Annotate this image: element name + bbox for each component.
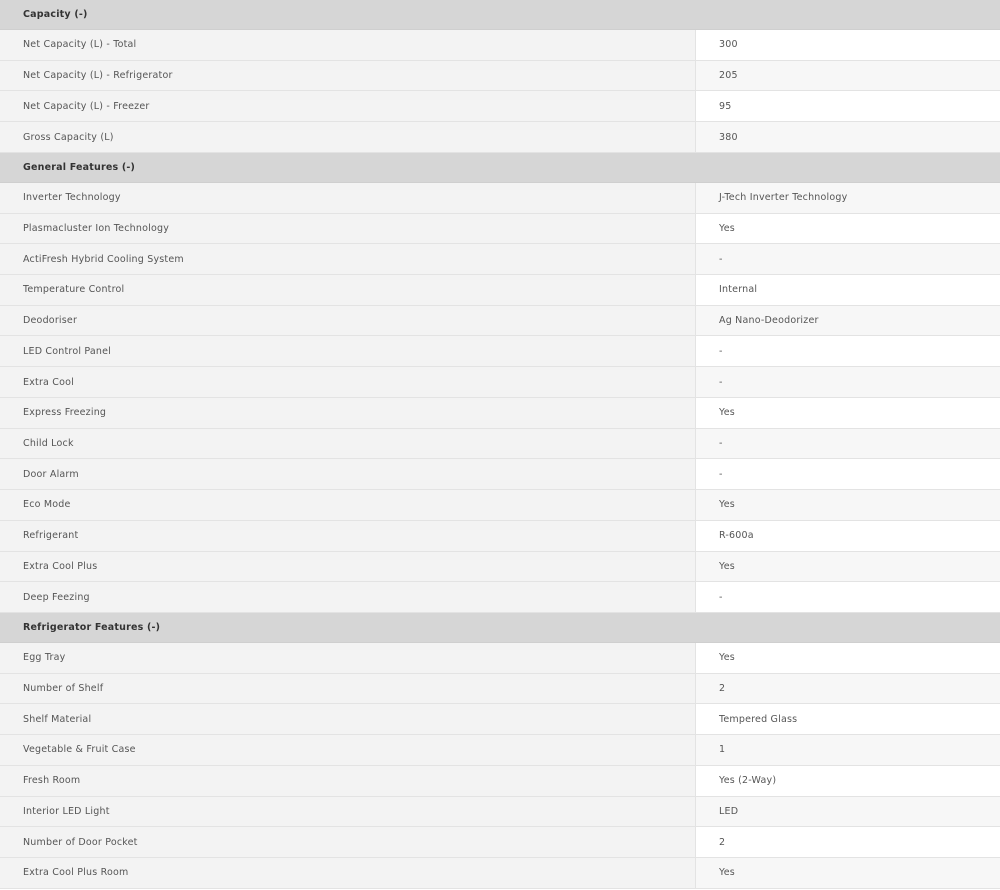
table-row: Deodoriser Ag Nano-Deodorizer: [0, 305, 1000, 337]
section-header-general-features[interactable]: General Features (-): [0, 152, 1000, 183]
spec-value: J-Tech Inverter Technology: [696, 182, 1000, 213]
spec-value: -: [696, 459, 1000, 490]
spec-label: Net Capacity (L) - Freezer: [0, 91, 696, 122]
table-row: Inverter Technology J-Tech Inverter Tech…: [0, 182, 1000, 214]
table-row: Child Lock -: [0, 428, 1000, 460]
spec-value: R-600a: [696, 520, 1000, 551]
table-row: Extra Cool -: [0, 367, 1000, 398]
table-row: Gross Capacity (L) 380: [0, 122, 1000, 153]
table-row: Refrigerant R-600a: [0, 520, 1000, 552]
spec-value: Yes: [696, 490, 1000, 520]
spec-label: Refrigerant: [0, 520, 696, 551]
spec-label: Door Alarm: [0, 459, 696, 490]
table-row: Vegetable & Fruit Case 1: [0, 735, 1000, 766]
table-row: Number of Door Pocket 2: [0, 827, 1000, 858]
spec-value: Internal: [696, 275, 1000, 305]
specification-table: Capacity (-) Net Capacity (L) - Total 30…: [0, 0, 1000, 889]
table-row: Net Capacity (L) - Total 300: [0, 30, 1000, 61]
spec-label: Net Capacity (L) - Refrigerator: [0, 60, 696, 91]
spec-label: Express Freezing: [0, 397, 696, 428]
spec-label: Plasmacluster Ion Technology: [0, 213, 696, 244]
table-row: Extra Cool Plus Room Yes: [0, 857, 1000, 889]
spec-value: 2: [696, 827, 1000, 857]
section-header-capacity[interactable]: Capacity (-): [0, 0, 1000, 30]
spec-label: Number of Shelf: [0, 673, 696, 704]
spec-value: 380: [696, 122, 1000, 152]
spec-value: LED: [696, 796, 1000, 827]
spec-label: Egg Tray: [0, 642, 696, 673]
spec-label: Inverter Technology: [0, 182, 696, 213]
spec-value: -: [696, 428, 1000, 459]
table-row: Plasmacluster Ion Technology Yes: [0, 213, 1000, 245]
spec-value: 2: [696, 673, 1000, 704]
spec-value: Yes (2-Way): [696, 765, 1000, 796]
table-row: Interior LED Light LED: [0, 796, 1000, 828]
spec-label: Extra Cool: [0, 367, 696, 397]
spec-label: Vegetable & Fruit Case: [0, 735, 696, 765]
spec-value: Ag Nano-Deodorizer: [696, 305, 1000, 336]
table-row: Egg Tray Yes: [0, 642, 1000, 674]
spec-value: Yes: [696, 397, 1000, 428]
spec-value: 1: [696, 735, 1000, 765]
spec-label: Net Capacity (L) - Total: [0, 30, 696, 60]
spec-value: Yes: [696, 213, 1000, 244]
spec-value: Yes: [696, 642, 1000, 673]
spec-label: Extra Cool Plus: [0, 551, 696, 582]
spec-value: -: [696, 367, 1000, 397]
spec-label: Child Lock: [0, 428, 696, 459]
spec-label: Deodoriser: [0, 305, 696, 336]
spec-value: -: [696, 336, 1000, 367]
table-row: Net Capacity (L) - Freezer 95: [0, 91, 1000, 123]
table-row: Number of Shelf 2: [0, 673, 1000, 705]
table-row: Express Freezing Yes: [0, 397, 1000, 429]
table-row: Fresh Room Yes (2-Way): [0, 765, 1000, 797]
spec-value: Yes: [696, 551, 1000, 582]
spec-value: -: [696, 582, 1000, 612]
spec-label: Eco Mode: [0, 490, 696, 520]
table-row: LED Control Panel -: [0, 336, 1000, 368]
spec-value: Yes: [696, 857, 1000, 888]
spec-value: 300: [696, 30, 1000, 60]
spec-label: Deep Feezing: [0, 582, 696, 612]
table-row: Net Capacity (L) - Refrigerator 205: [0, 60, 1000, 92]
spec-label: Number of Door Pocket: [0, 827, 696, 857]
spec-value: 95: [696, 91, 1000, 122]
table-row: Shelf Material Tempered Glass: [0, 704, 1000, 736]
spec-label: ActiFresh Hybrid Cooling System: [0, 244, 696, 275]
spec-label: Extra Cool Plus Room: [0, 857, 696, 888]
table-row: Extra Cool Plus Yes: [0, 551, 1000, 583]
spec-label: Shelf Material: [0, 704, 696, 735]
spec-label: Fresh Room: [0, 765, 696, 796]
table-row: Door Alarm -: [0, 459, 1000, 491]
spec-label: Temperature Control: [0, 275, 696, 305]
section-header-refrigerator-features[interactable]: Refrigerator Features (-): [0, 612, 1000, 643]
table-row: Eco Mode Yes: [0, 490, 1000, 521]
spec-label: LED Control Panel: [0, 336, 696, 367]
table-row: Deep Feezing -: [0, 582, 1000, 613]
spec-value: -: [696, 244, 1000, 275]
spec-value: 205: [696, 60, 1000, 91]
table-row: ActiFresh Hybrid Cooling System -: [0, 244, 1000, 276]
table-row: Temperature Control Internal: [0, 275, 1000, 306]
spec-value: Tempered Glass: [696, 704, 1000, 735]
spec-label: Gross Capacity (L): [0, 122, 696, 152]
spec-label: Interior LED Light: [0, 796, 696, 827]
